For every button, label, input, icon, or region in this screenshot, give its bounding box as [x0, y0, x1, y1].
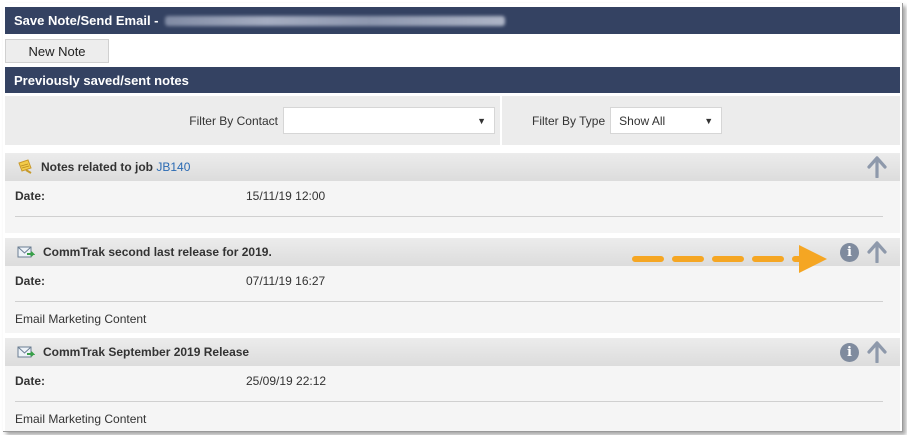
- date-label: Date:: [15, 274, 46, 288]
- info-icon[interactable]: i: [840, 342, 859, 362]
- date-label: Date:: [15, 374, 46, 388]
- contact-filter-cell: Filter By Contact ▼: [5, 96, 502, 145]
- note-title: CommTrak second last release for 2019.: [43, 245, 272, 259]
- collapse-arrow-up-icon[interactable]: [867, 156, 887, 178]
- type-filter-select[interactable]: Show All ▼: [610, 107, 723, 134]
- new-note-button[interactable]: New Note: [5, 39, 109, 63]
- date-label: Date:: [15, 189, 46, 203]
- contact-filter-select[interactable]: ▼: [283, 107, 495, 134]
- window-title: Save Note/Send Email -: [14, 13, 159, 28]
- note-header: CommTrak September 2019 Release i: [5, 338, 900, 366]
- notes-window: Save Note/Send Email - New Note Previous…: [3, 3, 903, 432]
- note-actions: [867, 156, 887, 178]
- note-item: CommTrak September 2019 Release i Date: …: [5, 338, 900, 431]
- filter-type-label: Filter By Type: [532, 113, 606, 128]
- divider: [15, 216, 883, 217]
- type-filter-cell: Filter By Type Show All ▼: [502, 96, 900, 145]
- filter-row: Filter By Contact ▼ Filter By Type Show …: [5, 96, 900, 145]
- dropdown-arrow-icon: ▼: [704, 116, 714, 126]
- date-value: 07/11/19 16:27: [246, 274, 326, 288]
- date-row: Date: 25/09/19 22:12: [5, 366, 900, 396]
- note-header: Notes related to job JB140: [5, 153, 900, 181]
- type-filter-value: Show All: [619, 113, 666, 128]
- collapse-arrow-up-icon[interactable]: [867, 341, 887, 363]
- date-value: 15/11/19 12:00: [246, 189, 326, 203]
- redacted-job-name: [164, 15, 505, 26]
- note-content: Email Marketing Content: [15, 412, 147, 426]
- note-content: Email Marketing Content: [15, 312, 147, 326]
- filter-contact-label: Filter By Contact: [189, 113, 278, 128]
- previous-notes-header: Previously saved/sent notes: [5, 67, 900, 93]
- date-value: 25/09/19 22:12: [246, 374, 327, 388]
- collapse-arrow-up-icon[interactable]: [867, 241, 887, 263]
- section-title: Previously saved/sent notes: [14, 72, 189, 88]
- email-icon: [17, 345, 35, 360]
- note-actions: i: [840, 341, 887, 363]
- date-row: Date: 15/11/19 12:00: [5, 181, 900, 211]
- email-icon: [17, 245, 35, 260]
- note-item: Notes related to job JB140 Date: 15/11/1…: [5, 153, 900, 233]
- window-title-bar: Save Note/Send Email -: [5, 7, 900, 34]
- note-actions: i: [840, 241, 887, 263]
- annotation-arrow-icon: [632, 245, 827, 273]
- divider: [15, 301, 883, 302]
- note-title-text: Notes related to job: [41, 160, 154, 174]
- job-link[interactable]: JB140: [156, 160, 190, 174]
- note-title: CommTrak September 2019 Release: [43, 345, 250, 359]
- info-icon[interactable]: i: [840, 242, 859, 262]
- note-title: Notes related to job JB140: [41, 160, 190, 174]
- note-icon: [17, 159, 33, 175]
- divider: [15, 401, 883, 402]
- dropdown-arrow-icon: ▼: [477, 116, 486, 126]
